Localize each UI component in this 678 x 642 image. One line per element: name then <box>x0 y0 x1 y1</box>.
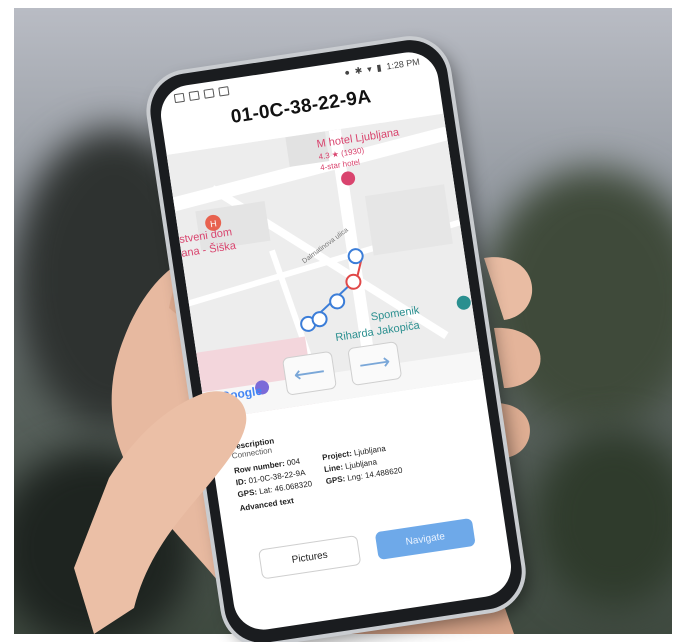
mail-icon <box>188 90 200 101</box>
location-icon: ● <box>343 67 351 78</box>
wifi-icon: ▾ <box>366 63 373 74</box>
route-node-icon[interactable] <box>311 311 328 328</box>
project-label: Project: <box>321 448 353 463</box>
navigate-button[interactable]: Navigate <box>374 517 476 561</box>
photo-scene: ● ✱ ▾ ▮ 1:28 PM 01-0C-38-22-9A H M hotel… <box>0 0 678 642</box>
gps-lng-label: GPS: <box>325 474 346 486</box>
status-icons-right: ● ✱ ▾ ▮ 1:28 PM <box>344 56 421 78</box>
previous-arrow-button[interactable]: ⟵ <box>281 350 338 396</box>
details-left-column: Row number: 004 ID: 01-0C-38-22-9A GPS: … <box>233 455 312 499</box>
settings-icon <box>203 87 215 99</box>
details-right-column: Project: Ljubljana Line: Ljubljana GPS: … <box>322 442 403 486</box>
id-label: ID: <box>235 476 248 488</box>
route-node-icon[interactable] <box>347 248 364 265</box>
gps-lat-label: GPS: <box>236 487 258 500</box>
status-icons-left <box>173 85 230 103</box>
image-icon <box>218 85 230 97</box>
bluetooth-icon: ✱ <box>353 64 363 76</box>
row-number-value: 004 <box>286 456 301 468</box>
status-time: 1:28 PM <box>385 56 421 72</box>
next-arrow-button[interactable]: ⟶ <box>347 341 403 387</box>
line-label: Line: <box>323 462 344 475</box>
pictures-button[interactable]: Pictures <box>258 535 362 580</box>
route-node-selected-icon[interactable] <box>345 273 362 290</box>
battery-icon: ▮ <box>375 61 383 73</box>
notification-icon <box>173 92 185 103</box>
details-panel: Description Connection Row number: 004 I… <box>230 407 478 513</box>
route-node-icon[interactable] <box>329 293 346 310</box>
